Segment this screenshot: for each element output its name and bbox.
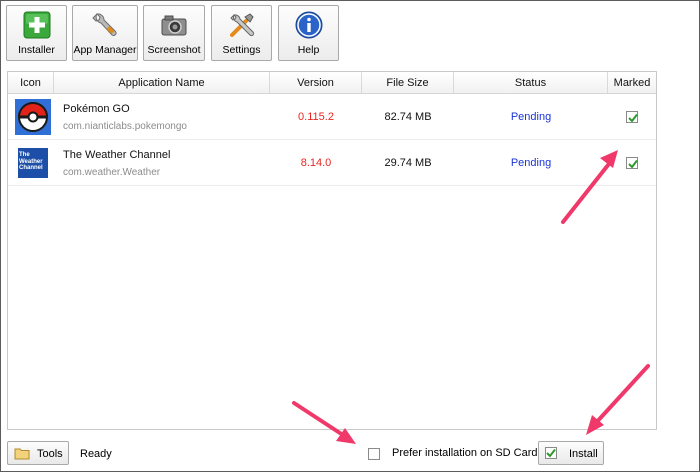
column-header-status[interactable]: Status <box>454 72 608 94</box>
app-package: com.weather.Weather <box>63 167 161 178</box>
size-cell: 82.74 MB <box>362 94 454 140</box>
installer-label: Installer <box>18 44 55 56</box>
status-cell: Pending <box>454 94 608 140</box>
marked-checkbox[interactable] <box>626 111 638 123</box>
folder-icon <box>14 448 30 460</box>
column-header-application-name[interactable]: Application Name <box>54 72 270 94</box>
size-cell: 29.74 MB <box>362 140 454 186</box>
app-table: Icon Application Name Version File Size … <box>7 71 657 430</box>
app-package: com.nianticlabs.pokemongo <box>63 121 187 132</box>
marked-cell <box>608 94 656 140</box>
app-version: 0.115.2 <box>298 111 334 123</box>
app-version: 8.14.0 <box>300 157 332 169</box>
app-file-size: 29.74 MB <box>384 157 432 169</box>
marked-cell <box>608 140 656 186</box>
column-header-version[interactable]: Version <box>270 72 362 94</box>
weather-channel-icon-text: The Weather Channel <box>19 152 43 171</box>
column-header-file-size[interactable]: File Size <box>362 72 454 94</box>
table-row[interactable]: The Weather Channel The Weather Channel … <box>8 140 656 186</box>
checkmark-icon <box>628 113 638 123</box>
sd-card-checkbox[interactable] <box>368 448 380 460</box>
screenshot-button[interactable]: Screenshot <box>143 5 205 61</box>
version-cell: 8.14.0 <box>270 140 362 186</box>
app-name: Pokémon GO <box>63 103 130 115</box>
install-label: Install <box>569 448 598 460</box>
tools-icon <box>229 13 254 37</box>
install-button[interactable]: Install <box>538 441 604 465</box>
column-header-icon[interactable]: Icon <box>8 72 54 94</box>
version-cell: 0.115.2 <box>270 94 362 140</box>
wrench-icon <box>92 13 117 36</box>
install-check-icon <box>545 447 557 459</box>
app-status: Pending <box>510 157 552 169</box>
camera-icon <box>161 15 187 36</box>
app-status: Pending <box>510 111 552 123</box>
table-header: Icon Application Name Version File Size … <box>8 72 656 94</box>
app-manager-button[interactable]: App Manager <box>72 5 138 61</box>
plus-icon <box>23 11 50 39</box>
help-button[interactable]: Help <box>278 5 339 61</box>
status-cell: Pending <box>454 140 608 186</box>
screenshot-label: Screenshot <box>147 44 201 56</box>
app-name: The Weather Channel <box>63 149 171 161</box>
column-header-marked[interactable]: Marked <box>608 72 656 94</box>
app-file-size: 82.74 MB <box>384 111 432 123</box>
checkmark-icon <box>628 159 638 169</box>
table-row[interactable]: Pokémon GO com.nianticlabs.pokemongo 0.1… <box>8 94 656 140</box>
tools-button[interactable]: Tools <box>7 441 69 465</box>
sd-card-label[interactable]: Prefer installation on SD Card <box>392 447 538 459</box>
installer-button[interactable]: Installer <box>6 5 67 61</box>
app-manager-label: App Manager <box>73 44 137 56</box>
settings-button[interactable]: Settings <box>211 5 272 61</box>
settings-label: Settings <box>222 44 261 56</box>
tools-label: Tools <box>37 448 63 460</box>
help-label: Help <box>297 44 320 56</box>
status-text: Ready <box>80 448 112 460</box>
pokeball-icon <box>15 99 51 135</box>
marked-checkbox[interactable] <box>626 157 638 169</box>
info-icon <box>295 11 322 39</box>
